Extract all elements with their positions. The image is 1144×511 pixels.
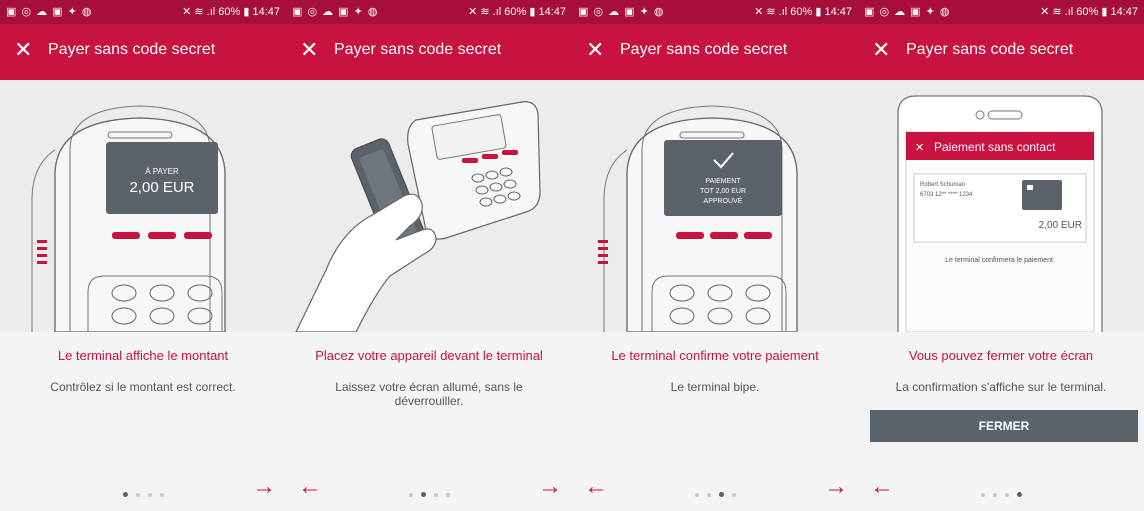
step-description: Le terminal bipe. [670,380,760,394]
status-icons-right: ✕ ≋ .ıl 60% ▮ 14:47 [182,6,280,18]
arrow-right-icon[interactable]: → [538,475,562,499]
close-button[interactable]: FERMER [870,410,1138,442]
status-icons-right: ✕ ≋ .ıl 60% ▮ 14:47 [754,6,852,18]
toolbar: ✕ Payer sans code secret [572,24,858,80]
toolbar: ✕ Payer sans code secret [0,24,286,80]
onboarding-panel-2: ▣ ◎ ☁ ▣ ✦ ◍ ✕ ≋ .ıl 60% ▮ 14:47 ✕ Payer … [286,0,572,511]
toolbar: ✕ Payer sans code secret [286,24,572,80]
status-icons-left: ▣ ◎ ☁ ▣ ✦ ◍ [864,6,951,18]
page-dot[interactable] [135,492,140,497]
step-content: Le terminal confirme votre paiement Le t… [572,332,858,511]
page-dot[interactable] [420,492,426,498]
phone-amount: 2,00 EUR [1039,220,1082,231]
close-icon[interactable]: ✕ [872,38,890,62]
status-bar: ▣ ◎ ☁ ▣ ✦ ◍ ✕ ≋ .ıl 60% ▮ 14:47 [286,0,572,24]
card-holder-name: Robert Schuman [920,182,965,188]
toolbar-title: Payer sans code secret [334,41,502,58]
toolbar-title: Payer sans code secret [906,41,1074,58]
page-dot[interactable] [147,492,152,497]
screen-amount: 2,00 EUR [129,179,194,196]
status-bar: ▣ ◎ ☁ ▣ ✦ ◍ ✕ ≋ .ıl 60% ▮ 14:47 [572,0,858,24]
page-dot[interactable] [980,492,985,497]
status-icons-left: ▣ ◎ ☁ ▣ ✦ ◍ [6,6,93,18]
onboarding-panel-4: ▣ ◎ ☁ ▣ ✦ ◍ ✕ ≋ .ıl 60% ▮ 14:47 ✕ Payer … [858,0,1144,511]
page-dot[interactable] [159,492,164,497]
screen-line-1: PAIEMENT [705,178,741,185]
onboarding-panel-1: ▣ ◎ ☁ ▣ ✦ ◍ ✕ ≋ .ıl 60% ▮ 14:47 ✕ Payer … [0,0,286,511]
page-dot[interactable] [1016,492,1022,498]
step-description: La confirmation s'affiche sur le termina… [895,380,1107,394]
step-title: Placez votre appareil devant le terminal [315,348,543,363]
page-dot[interactable] [992,492,997,497]
phone-confirmation-note: Le terminal confirmera le paiement. [945,257,1055,264]
step-content: Vous pouvez fermer votre écran La confir… [858,332,1144,511]
screen-line-2: TOT 2,00 EUR [700,188,746,195]
close-icon[interactable]: ✕ [14,38,32,62]
page-indicator [858,486,1144,498]
toolbar-title: Payer sans code secret [48,41,216,58]
arrow-left-icon[interactable]: ← [870,475,894,499]
arrow-right-icon[interactable]: → [252,475,276,499]
close-icon[interactable]: ✕ [586,38,604,62]
screen-line-3: APPROUVÉ [704,196,743,205]
page-dot[interactable] [408,492,413,497]
phone-header-title: Paiement sans contact [934,140,1056,154]
step-title: Vous pouvez fermer votre écran [908,348,1094,363]
status-bar: ▣ ◎ ☁ ▣ ✦ ◍ ✕ ≋ .ıl 60% ▮ 14:47 [0,0,286,24]
card-number: 6703 12** **** 1234 [920,192,973,198]
screen-line-1: À PAYER [145,167,179,176]
page-dot[interactable] [445,492,450,497]
status-icons-left: ▣ ◎ ☁ ▣ ✦ ◍ [578,6,665,18]
step-content: Placez votre appareil devant le terminal… [286,332,572,511]
arrow-left-icon[interactable]: ← [584,475,608,499]
toolbar-title: Payer sans code secret [620,41,788,58]
phone-confirmation-illustration: ✕ Paiement sans contact Robert Schuman 6… [858,80,1144,332]
step-description: Contrôlez si le montant est correct. [50,380,236,394]
onboarding-panel-3: ▣ ◎ ☁ ▣ ✦ ◍ ✕ ≋ .ıl 60% ▮ 14:47 ✕ Payer … [572,0,858,511]
step-title: Le terminal confirme votre paiement [611,348,819,363]
toolbar: ✕ Payer sans code secret [858,24,1144,80]
page-dot[interactable] [731,492,736,497]
status-bar: ▣ ◎ ☁ ▣ ✦ ◍ ✕ ≋ .ıl 60% ▮ 14:47 [858,0,1144,24]
page-dot[interactable] [694,492,699,497]
page-indicator [572,486,858,498]
terminal-amount-illustration: À PAYER 2,00 EUR [0,80,286,332]
page-indicator [0,486,286,498]
terminal-approved-illustration: PAIEMENT TOT 2,00 EUR APPROUVÉ [572,80,858,332]
step-content: Le terminal affiche le montant Contrôlez… [0,332,286,511]
status-icons-right: ✕ ≋ .ıl 60% ▮ 14:47 [468,6,566,18]
page-dot[interactable] [706,492,711,497]
arrow-right-icon[interactable]: → [824,475,848,499]
page-dot[interactable] [718,492,724,498]
page-dot[interactable] [433,492,438,497]
page-indicator [286,486,572,498]
page-dot[interactable] [122,492,128,498]
status-icons-left: ▣ ◎ ☁ ▣ ✦ ◍ [292,6,379,18]
hand-phone-terminal-illustration [286,80,572,332]
close-icon[interactable]: ✕ [300,38,318,62]
status-icons-right: ✕ ≋ .ıl 60% ▮ 14:47 [1040,6,1138,18]
step-description: Laissez votre écran allumé, sans le déve… [335,380,523,408]
arrow-left-icon[interactable]: ← [298,475,322,499]
step-title: Le terminal affiche le montant [57,348,229,363]
close-icon: ✕ [915,142,924,154]
page-dot[interactable] [1004,492,1009,497]
